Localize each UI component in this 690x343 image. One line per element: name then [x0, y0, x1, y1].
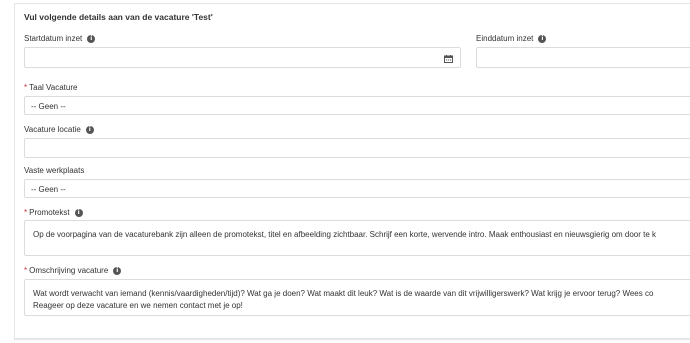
required-mark: * — [24, 83, 28, 92]
promo-label-text: Promotekst — [29, 208, 70, 217]
language-select[interactable]: -- Geen -- — [24, 96, 690, 115]
end-date-input[interactable] — [476, 47, 690, 68]
info-icon[interactable]: i — [85, 125, 94, 134]
required-mark: * — [24, 208, 28, 217]
info-icon[interactable]: i — [538, 34, 547, 43]
language-label-text: Taal Vacature — [29, 83, 78, 92]
description-textarea[interactable]: Wat wordt verwacht van iemand (kennis/va… — [24, 279, 690, 316]
required-mark: * — [24, 266, 28, 275]
location-label-text: Vacature locatie — [24, 125, 81, 134]
location-input[interactable] — [24, 138, 690, 158]
workplace-selected-value: -- Geen -- — [31, 185, 66, 194]
language-label: * Taal Vacature — [24, 83, 77, 92]
divider — [14, 339, 690, 340]
calendar-icon[interactable] — [444, 55, 453, 63]
info-icon[interactable]: i — [87, 34, 96, 43]
workplace-label-text: Vaste werkplaats — [24, 166, 85, 175]
description-label-text: Omschrijving vacature — [29, 266, 109, 275]
description-line-2: Reageer op deze vacature en we nemen con… — [33, 301, 243, 310]
form-heading: Vul volgende details aan van de vacature… — [24, 12, 213, 22]
info-icon[interactable]: i — [74, 208, 83, 217]
description-label: * Omschrijving vacature i — [24, 266, 122, 275]
start-date-label-text: Startdatum inzet — [24, 34, 83, 43]
location-label: Vacature locatie i — [24, 125, 94, 134]
start-date-input[interactable] — [24, 47, 461, 68]
workplace-select[interactable]: -- Geen -- — [24, 179, 690, 198]
info-icon[interactable]: i — [113, 266, 122, 275]
promo-label: * Promotekst i — [24, 208, 83, 217]
description-line-1: Wat wordt verwacht van iemand (kennis/va… — [33, 289, 654, 298]
end-date-label: Einddatum inzet i — [476, 34, 547, 43]
end-date-label-text: Einddatum inzet — [476, 34, 534, 43]
language-selected-value: -- Geen -- — [31, 102, 66, 111]
promo-textarea[interactable]: Op de voorpagina van de vacaturebank zij… — [24, 220, 690, 256]
start-date-label: Startdatum inzet i — [24, 34, 96, 43]
promo-text: Op de voorpagina van de vacaturebank zij… — [33, 230, 657, 239]
workplace-label: Vaste werkplaats — [24, 166, 84, 175]
